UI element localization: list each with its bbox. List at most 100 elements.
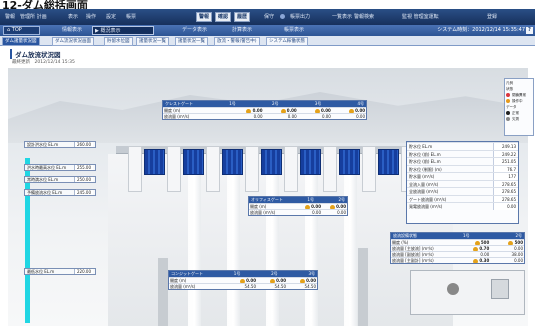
- cell: 54.50: [304, 284, 316, 289]
- status-icon: [239, 278, 245, 283]
- top-button-label: TOP: [11, 27, 22, 33]
- last-updated: 最終更新 2012/12/14 15:35: [12, 60, 75, 65]
- topbar-item[interactable]: 管理所 計画: [18, 12, 49, 22]
- topbar-item[interactable]: 帳票出力: [288, 12, 312, 22]
- data-row: 貯水位 (制限) (m) 76.7: [407, 164, 518, 172]
- top-button[interactable]: ⌂ TOP: [3, 26, 40, 35]
- row-label: 放流量 (m³/s): [170, 284, 196, 289]
- cell: 500: [490, 240, 524, 245]
- table-row: 開度 (m) 0.00 0.00 0.00 0.00: [163, 107, 366, 113]
- crest-gate-1[interactable]: [144, 149, 165, 175]
- cell: 0.00: [321, 114, 331, 119]
- topbar-item[interactable]: 操作: [84, 12, 98, 22]
- confirm-button[interactable]: 確認: [215, 12, 232, 22]
- function-bar: ⌂ TOP 情報表示 ▶ 概況表示 データ表示 計算表示 帳票表示 システム時刻…: [0, 25, 535, 36]
- function-item[interactable]: 情報表示: [60, 26, 84, 35]
- spillway: [188, 175, 201, 326]
- topbar-item[interactable]: 警報: [3, 12, 17, 22]
- panel-title: オリフィスゲート: [251, 197, 283, 202]
- level-label: 常時満水位 EL.m: [27, 177, 59, 182]
- cell: 54.50: [274, 284, 286, 289]
- row-label: 放流量 (m³/s): [250, 210, 276, 215]
- cell: 0.00: [227, 278, 257, 283]
- table-row: 開度 (m) 0.00 0.00 0.00: [169, 277, 317, 283]
- level-box: 常時満水位 EL.m 250.00: [24, 176, 96, 183]
- function-item[interactable]: データ表示: [180, 26, 209, 35]
- status-icon: [246, 108, 252, 113]
- history-button[interactable]: 履歴: [234, 12, 251, 22]
- status-icon: [269, 278, 275, 283]
- panel-title: 放流設備状態: [393, 233, 417, 238]
- crest-gate-3[interactable]: [222, 149, 243, 175]
- col-header: 2号: [515, 233, 522, 238]
- crest-gate-5[interactable]: [300, 149, 321, 175]
- crest-gate-7[interactable]: [378, 149, 399, 175]
- red-dot-icon: [506, 93, 510, 97]
- table-row: 放流量 (m³/s) 54.50 54.50 54.50: [169, 283, 317, 289]
- orifice-gate-panel: オリフィスゲート 1号 2号 開度 (m) 0.00 0.00 放流量 (m³/…: [248, 196, 348, 216]
- conduit-gate-panel: コンジットゲート 1号 2号 3号 開度 (m) 0.00 0.00 0.00 …: [168, 270, 318, 290]
- topbar-item[interactable]: 警報検索: [352, 12, 376, 22]
- panel-title: コンジットゲート: [171, 271, 203, 276]
- row-label: 放流量 [主放流] (m³/s): [392, 246, 434, 251]
- cell: 0.00: [287, 278, 317, 283]
- status-icon: [299, 278, 305, 283]
- crest-gate-2[interactable]: [183, 149, 204, 175]
- crest-gate-4[interactable]: [261, 149, 282, 175]
- status-icon: [314, 108, 320, 113]
- topbar-item[interactable]: 保守: [262, 12, 276, 22]
- crest-gate-6[interactable]: [339, 149, 360, 175]
- topbar-item[interactable]: 帳票: [124, 12, 138, 22]
- tab[interactable]: システム稼働状態: [266, 37, 308, 46]
- row-label: 放流量 [副放流] (m³/s): [392, 252, 434, 257]
- level-label: 設計洪水位 EL.m: [27, 142, 59, 147]
- table-row: 放流量 (m³/s) 0.00 0.00 0.00 0.00: [163, 113, 366, 119]
- crest-gate-panel: クレストゲート 1号 2号 3号 4号 開度 (m) 0.00 0.00 0.0…: [162, 100, 367, 120]
- tab[interactable]: ダム流況状況画面: [52, 37, 94, 46]
- cell: 0.00: [480, 252, 490, 257]
- tab[interactable]: 諸量状況一覧: [175, 37, 208, 46]
- dam-pier: [128, 146, 142, 192]
- function-item-active[interactable]: ▶ 概況表示: [92, 26, 154, 35]
- cell: 0.70: [457, 246, 491, 251]
- data-row: 全放流量 (m³/s) 278.65: [407, 187, 518, 195]
- legend-item: 欠測: [506, 116, 532, 122]
- tab[interactable]: 諸量状況一覧: [136, 37, 169, 46]
- level-value: 250.00: [74, 177, 93, 182]
- function-item[interactable]: 帳票表示: [282, 26, 306, 35]
- table-row: 開度 (%) 500 500: [391, 239, 524, 245]
- row-label: 開度 (%): [392, 240, 409, 245]
- topbar-item[interactable]: 一覧表示: [330, 12, 354, 22]
- function-item[interactable]: 計算表示: [230, 26, 254, 35]
- col-header: 1号: [229, 101, 236, 106]
- level-label: 予備放流水位 EL.m: [27, 190, 63, 195]
- row-label: 開度 (m): [250, 204, 267, 209]
- tab[interactable]: 貯留水位図: [104, 37, 133, 46]
- data-row: ゲート放流量 (m³/s) 278.65: [407, 194, 518, 202]
- level-box: 設計洪水位 EL.m 260.00: [24, 141, 96, 148]
- help-icon[interactable]: ?: [526, 27, 533, 34]
- reservoir-data-panel: 貯水位 EL.m 249.13 貯水位 (前) EL.m 249.22 貯水位 (前…: [406, 141, 519, 224]
- data-row: 貯水量 (m³/s) 177: [407, 172, 518, 180]
- table-row: 開度 (m) 0.00 0.00: [249, 203, 347, 209]
- table-row: 放流量 [副放流] (m³/s) 0.00 38.00: [391, 251, 524, 257]
- spillway: [227, 175, 240, 326]
- tab[interactable]: 放流・警報(警告中): [214, 37, 260, 46]
- tab-dam-overview[interactable]: ダム諸量状況図: [2, 37, 40, 46]
- topbar-item[interactable]: 表示: [66, 12, 80, 22]
- dam-pier: [245, 146, 259, 192]
- level-label: 洪水時最高水位 EL.m: [27, 165, 67, 170]
- topbar-item[interactable]: 登録: [485, 12, 499, 22]
- legend: 凡例 状態 閉鎖異常 操作中 データ 正常 欠測: [504, 78, 534, 136]
- topbar-item[interactable]: 設定: [104, 12, 118, 22]
- outlet-gate: [491, 279, 509, 299]
- status-icon: [329, 204, 335, 209]
- data-row: 発電放流量 (m³/s) 0.00: [407, 202, 518, 210]
- alarm-button[interactable]: 警報: [196, 12, 213, 22]
- cell: 0.30: [457, 258, 491, 263]
- cell: 0.00: [297, 204, 322, 209]
- row-label: 開度 (m): [170, 278, 187, 283]
- col-header: 4号: [357, 101, 364, 106]
- cell: 0.00: [337, 210, 346, 215]
- cell: 0.00: [298, 108, 332, 113]
